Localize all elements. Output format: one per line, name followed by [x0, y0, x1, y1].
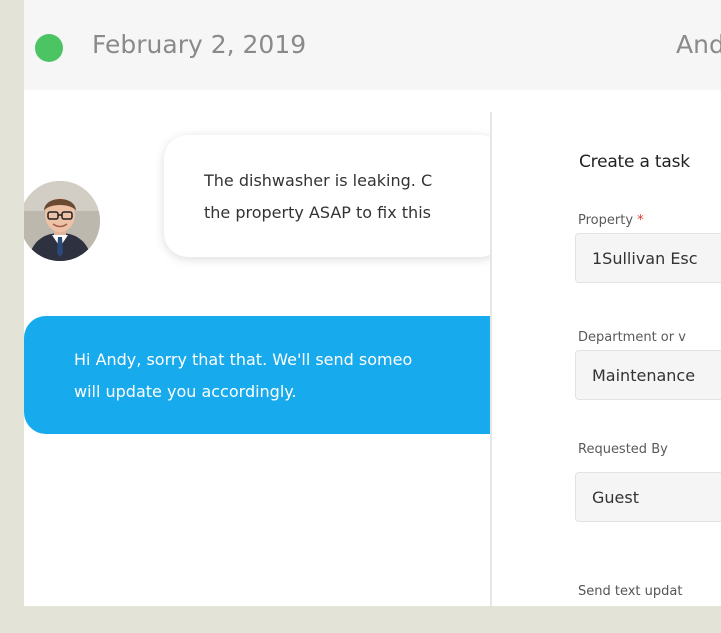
messaging-app: February 2, 2019 Andy The dishwasher is …	[24, 0, 721, 606]
incoming-message-bubble: The dishwasher is leaking. C the propert…	[164, 135, 490, 257]
incoming-message-line: the property ASAP to fix this	[204, 203, 431, 222]
outgoing-message-line: Hi Andy, sorry that that. We'll send som…	[74, 350, 413, 369]
property-select[interactable]: 1Sullivan Esc	[575, 233, 721, 283]
online-status-icon	[35, 34, 63, 62]
outgoing-message-line: will update you accordingly.	[74, 382, 297, 401]
required-marker: *	[637, 213, 644, 228]
contact-name[interactable]: Andy	[676, 30, 721, 59]
requested-by-select[interactable]: Guest	[575, 472, 721, 522]
department-select[interactable]: Maintenance	[575, 350, 721, 400]
outgoing-message-bubble: Hi Andy, sorry that that. We'll send som…	[24, 316, 490, 434]
panel-title: Create a task	[579, 152, 690, 172]
chat-thread[interactable]: The dishwasher is leaking. C the propert…	[24, 90, 490, 606]
user-avatar-icon[interactable]	[24, 181, 100, 261]
incoming-message-line: The dishwasher is leaking. C	[204, 171, 433, 190]
property-label-text: Property	[578, 213, 634, 228]
create-task-panel: Create a task Property * 1Sullivan Esc D…	[492, 110, 721, 606]
conversation-header: February 2, 2019 Andy	[24, 0, 721, 90]
requested-by-label: Requested By	[578, 442, 668, 457]
department-label: Department or v	[578, 330, 686, 345]
send-text-updates-label[interactable]: Send text updat	[578, 584, 682, 599]
property-label: Property *	[578, 213, 644, 228]
conversation-date: February 2, 2019	[92, 30, 307, 59]
